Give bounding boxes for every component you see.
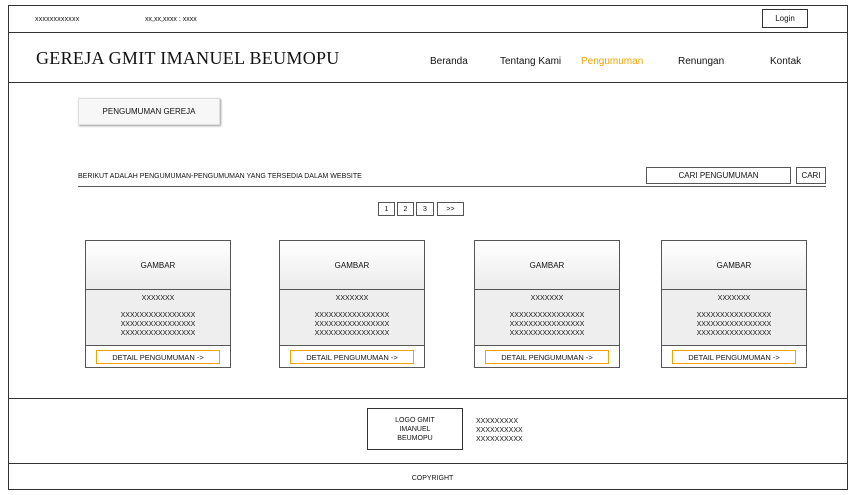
intro-text: BERIKUT ADALAH PENGUMUMAN-PENGUMUMAN YAN…: [78, 173, 362, 180]
card-description: XXXXXXXXXXXXXXXX XXXXXXXXXXXXXXXX XXXXXX…: [662, 311, 806, 338]
card-description-line: XXXXXXXXXXXXXXXX: [696, 312, 772, 319]
card-description: XXXXXXXXXXXXXXXX XXXXXXXXXXXXXXXX XXXXXX…: [86, 311, 230, 338]
announcement-card: GAMBAR XXXXXXX XXXXXXXXXXXXXXXX XXXXXXXX…: [279, 240, 425, 368]
card-image: GAMBAR: [280, 241, 424, 290]
card-body: XXXXXXX XXXXXXXXXXXXXXXX XXXXXXXXXXXXXXX…: [86, 290, 230, 346]
nav-renungan[interactable]: Renungan: [678, 56, 724, 67]
footer-logo: LOGO GMIT IMANUEL BEUMOPU: [367, 408, 463, 450]
card-image: GAMBAR: [662, 241, 806, 290]
card-description-line: XXXXXXXXXXXXXXXX: [509, 321, 585, 328]
card-description-line: XXXXXXXXXXXXXXXX: [696, 330, 772, 337]
search-input[interactable]: CARI PENGUMUMAN: [646, 167, 791, 184]
footer-info-line: XXXXXXXXX: [476, 418, 519, 425]
intro-divider: [78, 186, 826, 187]
card-description-line: XXXXXXXXXXXXXXXX: [120, 330, 196, 337]
card-body: XXXXXXX XXXXXXXXXXXXXXXX XXXXXXXXXXXXXXX…: [662, 290, 806, 346]
card-description-line: XXXXXXXXXXXXXXXX: [509, 330, 585, 337]
footer-info: XXXXXXXXX XXXXXXXXXX XXXXXXXXXX: [476, 417, 523, 444]
card-description-line: XXXXXXXXXXXXXXXX: [696, 321, 772, 328]
announcement-card: GAMBAR XXXXXXX XXXXXXXXXXXXXXXX XXXXXXXX…: [474, 240, 620, 368]
nav-tentang-kami[interactable]: Tentang Kami: [500, 56, 561, 67]
card-title: XXXXXXX: [530, 295, 564, 302]
page-3-button[interactable]: 3: [416, 202, 434, 216]
card-description: XXXXXXXXXXXXXXXX XXXXXXXXXXXXXXXX XXXXXX…: [280, 311, 424, 338]
top-bar-date: xx,xx,xxxx : xxxx: [145, 16, 197, 23]
card-title: XXXXXXX: [141, 295, 175, 302]
footer-logo-line: BEUMOPU: [397, 434, 433, 442]
detail-announcement-button[interactable]: DETAIL PENGUMUMAN ->: [96, 350, 220, 364]
footer-logo-line: IMANUEL: [399, 425, 431, 433]
detail-announcement-button[interactable]: DETAIL PENGUMUMAN ->: [672, 350, 796, 364]
detail-announcement-button[interactable]: DETAIL PENGUMUMAN ->: [290, 350, 414, 364]
nav-kontak[interactable]: Kontak: [770, 56, 801, 67]
card-body: XXXXXXX XXXXXXXXXXXXXXXX XXXXXXXXXXXXXXX…: [475, 290, 619, 346]
page-2-button[interactable]: 2: [397, 202, 414, 216]
card-description-line: XXXXXXXXXXXXXXXX: [314, 312, 390, 319]
card-title: XXXXXXX: [717, 295, 751, 302]
detail-announcement-button[interactable]: DETAIL PENGUMUMAN ->: [485, 350, 609, 364]
card-description-line: XXXXXXXXXXXXXXXX: [120, 312, 196, 319]
search-button[interactable]: CARI: [796, 167, 826, 184]
copyright-text: COPYRIGHT: [411, 475, 454, 482]
card-description: XXXXXXXXXXXXXXXX XXXXXXXXXXXXXXXX XXXXXX…: [475, 311, 619, 338]
card-description-line: XXXXXXXXXXXXXXXX: [509, 312, 585, 319]
card-title: XXXXXXX: [335, 295, 369, 302]
card-description-line: XXXXXXXXXXXXXXXX: [314, 321, 390, 328]
login-button[interactable]: Login: [762, 9, 808, 28]
card-description-line: XXXXXXXXXXXXXXXX: [314, 330, 390, 337]
card-image: GAMBAR: [475, 241, 619, 290]
card-description-line: XXXXXXXXXXXXXXXX: [120, 321, 196, 328]
section-title-button[interactable]: PENGUMUMAN GEREJA: [78, 98, 220, 125]
footer-info-line: XXXXXXXXXX: [476, 436, 523, 443]
site-title: GEREJA GMIT IMANUEL BEUMOPU: [36, 48, 340, 68]
announcement-card: GAMBAR XXXXXXX XXXXXXXXXXXXXXXX XXXXXXXX…: [85, 240, 231, 368]
card-image: GAMBAR: [86, 241, 230, 290]
announcement-card: GAMBAR XXXXXXX XXXXXXXXXXXXXXXX XXXXXXXX…: [661, 240, 807, 368]
footer-logo-line: LOGO GMIT: [395, 416, 435, 424]
next-page-button[interactable]: >>: [437, 202, 464, 216]
nav-beranda[interactable]: Beranda: [430, 56, 468, 67]
card-body: XXXXXXX XXXXXXXXXXXXXXXX XXXXXXXXXXXXXXX…: [280, 290, 424, 346]
page-1-button[interactable]: 1: [378, 202, 395, 216]
nav-pengumuman[interactable]: Pengumuman: [581, 56, 643, 67]
top-bar-id-text: xxxxxxxxxxxx: [35, 16, 80, 23]
footer-info-line: XXXXXXXXXX: [476, 427, 523, 434]
top-bar: xxxxxxxxxxxx xx,xx,xxxx : xxxx Login: [8, 5, 848, 33]
